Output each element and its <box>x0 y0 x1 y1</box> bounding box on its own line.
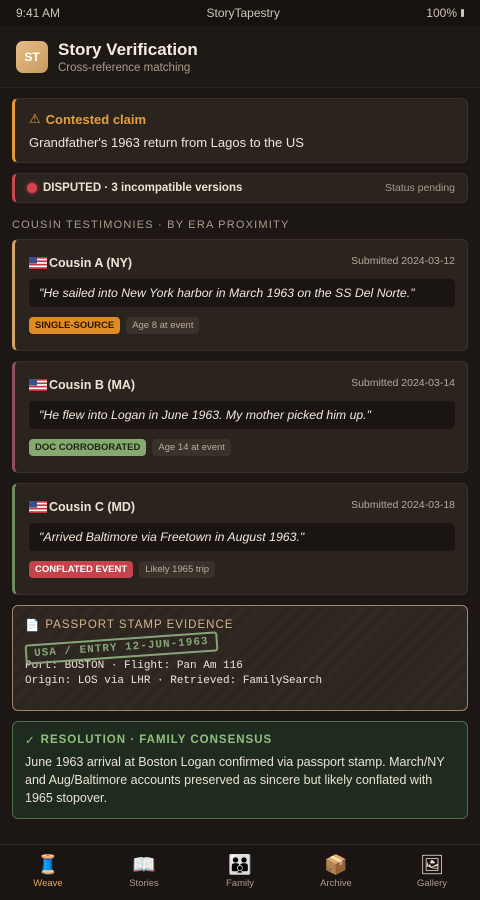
resolution-card[interactable]: ✓ RESOLUTION · FAMILY CONSENSUS June 196… <box>12 721 468 819</box>
tab-label: Weave <box>33 878 63 889</box>
testimony-name-label: Cousin B (MA) <box>49 378 136 392</box>
package-icon: 📦 <box>324 855 348 876</box>
passport-evidence-card[interactable]: 📄 PASSPORT STAMP EVIDENCE USA / ENTRY 12… <box>12 605 468 711</box>
testimony-name: Cousin C (MD) <box>29 500 135 514</box>
testimony-card-a[interactable]: Cousin A (NY) Submitted 2024-03-12 "He s… <box>12 239 468 351</box>
status-app-name: StoryTapestry <box>206 6 280 20</box>
tab-stories[interactable]: 📖 Stories <box>104 855 184 890</box>
tab-label: Stories <box>129 878 159 889</box>
resolution-header: ✓ RESOLUTION · FAMILY CONSENSUS <box>25 733 455 747</box>
testimony-quote: "He flew into Logan in June 1963. My mot… <box>29 401 455 429</box>
battery-icon <box>461 9 464 17</box>
age-badge: Age 14 at event <box>152 439 231 456</box>
source-badge: CONFLATED EVENT <box>29 561 134 578</box>
testimony-name-label: Cousin C (MD) <box>49 500 136 514</box>
tab-weave[interactable]: 🧵 Weave <box>8 855 88 890</box>
age-badge: Likely 1965 trip <box>139 561 216 578</box>
contested-claim-card[interactable]: ⚠ Contested claim Grandfather's 1963 ret… <box>12 98 468 163</box>
testimony-card-c[interactable]: Cousin C (MD) Submitted 2024-03-18 "Arri… <box>12 483 468 595</box>
spool-icon: 🧵 <box>36 855 60 876</box>
tab-label: Archive <box>320 878 352 889</box>
bottom-tab-bar: 🧵 Weave 📖 Stories 👪 Family 📦 Archive 🖼 G… <box>0 844 480 900</box>
dispute-status-bar[interactable]: DISPUTED · 3 incompatible versions Statu… <box>12 173 468 203</box>
tab-label: Gallery <box>416 878 448 889</box>
checkmark-icon: ✓ <box>25 735 36 747</box>
passport-line-1: Port: BOSTON · Flight: Pan Am 116 <box>25 660 243 672</box>
testimony-date: Submitted 2024-03-12 <box>351 255 455 267</box>
app-header: ST Story Verification Cross-reference ma… <box>0 26 480 88</box>
us-flag-icon <box>29 501 47 513</box>
tab-family[interactable]: 👪 Family <box>200 855 280 890</box>
us-flag-icon <box>29 379 47 391</box>
testimony-quote: "He sailed into New York harbor in March… <box>29 279 455 307</box>
passport-line-2: Origin: LOS via LHR · Retrieved: FamilyS… <box>25 675 323 687</box>
battery-indicator: 100% <box>426 6 464 20</box>
book-icon: 📖 <box>132 855 156 876</box>
disputed-dot-icon <box>27 183 37 193</box>
page-title: Story Verification <box>58 39 198 59</box>
testimony-name: Cousin B (MA) <box>29 378 135 392</box>
age-badge: Age 8 at event <box>126 317 200 334</box>
warning-icon: ⚠ <box>29 111 41 126</box>
battery-level: 100% <box>426 6 457 20</box>
tab-label: Family <box>226 878 254 889</box>
source-badge: DOC CORROBORATED <box>29 439 147 456</box>
us-flag-icon <box>29 257 47 269</box>
document-icon: 📄 <box>25 620 41 632</box>
resolution-text: June 1963 arrival at Boston Logan confir… <box>25 755 445 805</box>
section-title: COUSIN TESTIMONIES · BY ERA PROXIMITY <box>12 219 290 231</box>
testimony-date: Submitted 2024-03-18 <box>351 499 455 511</box>
testimony-quote: "Arrived Baltimore via Freetown in Augus… <box>29 523 455 551</box>
status-bar: 9:41 AM StoryTapestry 100% <box>0 0 480 26</box>
claim-text: Grandfather's 1963 return from Lagos to … <box>29 135 304 150</box>
testimony-name-label: Cousin A (NY) <box>49 256 133 270</box>
app-logo: ST <box>16 40 48 73</box>
testimony-name: Cousin A (NY) <box>29 256 132 270</box>
testimony-card-b[interactable]: Cousin B (MA) Submitted 2024-03-14 "He f… <box>12 361 468 473</box>
resolution-label: RESOLUTION · FAMILY CONSENSUS <box>40 734 273 746</box>
dispute-status-text: DISPUTED · 3 incompatible versions <box>43 182 243 194</box>
claim-label: Contested claim <box>45 111 147 127</box>
tab-archive[interactable]: 📦 Archive <box>296 855 376 890</box>
main-content: ⚠ Contested claim Grandfather's 1963 ret… <box>0 88 480 819</box>
status-pending-text: Status pending <box>384 182 455 194</box>
dispute-status: DISPUTED · 3 incompatible versions <box>27 182 242 194</box>
testimony-date: Submitted 2024-03-14 <box>351 377 455 389</box>
page-subtitle: Cross-reference matching <box>58 61 191 74</box>
source-badge: SINGLE-SOURCE <box>29 317 121 334</box>
family-icon: 👪 <box>228 855 252 876</box>
tab-gallery[interactable]: 🖼 Gallery <box>392 855 472 890</box>
passport-header: 📄 PASSPORT STAMP EVIDENCE <box>25 618 455 632</box>
claim-header: ⚠ Contested claim <box>29 111 453 127</box>
picture-icon: 🖼 <box>419 855 445 876</box>
status-time: 9:41 AM <box>16 6 61 20</box>
passport-label: PASSPORT STAMP EVIDENCE <box>45 619 234 631</box>
